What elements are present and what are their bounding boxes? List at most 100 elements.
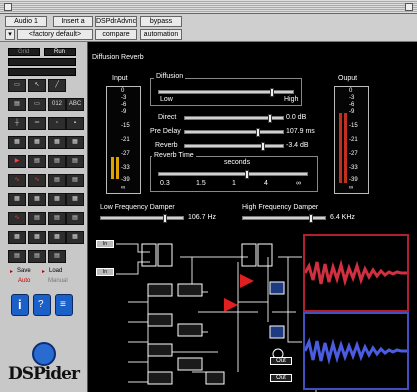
auto-button[interactable]: Auto [18,278,30,284]
arrow-tool-icon[interactable]: ↖ [28,79,46,92]
tool-palette: Grid Run ▭ ↖ ╱ ▤ ▭ 012 ABC ┼ ═ ▫ ▪ ▦ ▦ ▦… [0,42,88,392]
tool-button[interactable]: ABC [66,98,84,111]
direct-slider[interactable] [184,114,284,123]
output-meter-bar-left [339,113,342,183]
bypass-button[interactable]: bypass [140,16,182,27]
track-select[interactable]: Audio 1 [5,16,47,27]
tool-button[interactable]: ▦ [28,193,46,206]
window-title-bar[interactable] [0,0,417,14]
tool-button[interactable]: ▶ [8,155,26,168]
reverb-slider-knob[interactable] [261,142,265,151]
tool-button[interactable]: ∿ [8,212,26,225]
tool-button[interactable]: ▦ [8,231,26,244]
tool-button[interactable]: ▭ [8,79,26,92]
reverb-value: -3.4 dB [286,142,309,149]
mixer-blocks [141,243,285,385]
logo-emblem [32,342,56,366]
input-left-button[interactable]: In [96,240,114,248]
diffusion-low-label: Low [160,96,173,103]
tool-button[interactable]: ▤ [48,212,66,225]
output-left-button[interactable]: Out [270,357,292,365]
tool-button[interactable]: ▭ [28,98,46,111]
preset-menu-arrow-icon[interactable]: ▾ [5,29,15,40]
list-icon[interactable]: ≡ [55,294,73,316]
tool-button[interactable]: ▫ [48,117,66,130]
help-icon[interactable]: ? [33,294,51,316]
tool-button[interactable]: ▦ [48,136,66,149]
tool-slot[interactable] [8,58,76,66]
tool-button[interactable]: ▦ [8,193,26,206]
tool-button[interactable]: ▤ [28,250,46,263]
gain-triangle-icon [224,298,238,312]
info-icon[interactable]: i [11,294,29,316]
tool-button[interactable]: ▤ [66,174,84,187]
tool-slot[interactable] [8,68,76,76]
load-icon: ▸ [42,269,46,275]
compare-button[interactable]: compare [95,29,137,40]
diffusion-slider-knob[interactable] [270,88,274,97]
tool-button[interactable]: ▤ [8,98,26,111]
close-box-icon[interactable] [4,3,12,11]
tool-button[interactable]: ▪ [66,117,84,130]
left-channel-scope [303,234,409,312]
tool-button[interactable]: ▤ [66,155,84,168]
left-waveform [303,259,407,287]
tool-button[interactable]: ▤ [8,250,26,263]
tool-button[interactable]: ═ [28,117,46,130]
plugin-select[interactable]: DSPdrAdvnc [95,16,137,27]
direct-label: Direct [158,114,177,121]
output-meter-bar-right [344,113,347,183]
line-tool-icon[interactable]: ╱ [48,79,66,92]
logo-text: DSPider [8,364,80,384]
manual-button[interactable]: Manual [48,278,68,284]
automation-button[interactable]: automation [140,29,182,40]
diffusion-slider[interactable] [158,88,294,97]
hf-damper-label: High Frequency Damper [242,204,319,211]
lf-damper-value: 106.7 Hz [188,214,217,221]
tool-button[interactable]: ▦ [66,231,84,244]
tool-button[interactable]: ▦ [48,193,66,206]
tool-button[interactable]: ▦ [28,136,46,149]
tool-button[interactable]: ∿ [8,174,26,187]
insert-select[interactable]: Insert a [53,16,93,27]
tool-button[interactable]: ∿ [28,174,46,187]
output-meter: 0 -3 -6 -9 -15 -21 -27 -33 -39 ∞ [334,86,369,194]
predelay-slider-knob[interactable] [256,128,260,137]
tool-button[interactable]: ▤ [66,212,84,225]
tool-button[interactable]: ▦ [66,193,84,206]
input-meter-bar-right [116,157,119,179]
dspider-logo: DSPider [8,340,82,388]
tool-button[interactable]: ▦ [8,136,26,149]
tool-button[interactable]: ┼ [8,117,26,130]
tool-button[interactable]: ▤ [48,155,66,168]
right-waveform [303,337,407,365]
tool-button[interactable]: ▤ [48,250,66,263]
direct-slider-knob[interactable] [268,114,272,123]
reverb-time-unit: seconds [224,159,251,166]
tool-button[interactable]: ▦ [48,231,66,244]
lf-damper-slider[interactable] [100,214,184,223]
predelay-slider[interactable] [184,128,284,137]
output-right-button[interactable]: Out [270,374,292,382]
zoom-box-icon[interactable] [405,3,413,11]
reverb-time-scale-4: ∞ [296,180,301,187]
preset-select[interactable]: <factory default> [17,29,93,40]
diffusion-high-label: High [284,96,299,103]
tool-button[interactable]: ▤ [48,174,66,187]
reverb-time-slider[interactable] [158,170,308,179]
lf-damper-label: Low Frequency Damper [100,204,175,211]
tool-button[interactable]: ▦ [28,231,46,244]
load-button[interactable]: Load [49,268,62,274]
predelay-label: Pre Delay [150,128,181,135]
reverb-slider[interactable] [184,142,284,151]
hf-damper-value: 6.4 KHz [330,214,355,221]
tool-button[interactable]: ▤ [28,155,46,168]
tool-button[interactable]: ▤ [28,212,46,225]
output-meter-label: Ouput [338,75,358,82]
hf-damper-slider[interactable] [242,214,326,223]
input-right-button[interactable]: In [96,268,114,276]
tool-button[interactable]: ▦ [66,136,84,149]
reverb-time-slider-knob[interactable] [245,170,249,179]
tool-button[interactable]: 012 [48,98,66,111]
save-button[interactable]: Save [17,268,31,274]
